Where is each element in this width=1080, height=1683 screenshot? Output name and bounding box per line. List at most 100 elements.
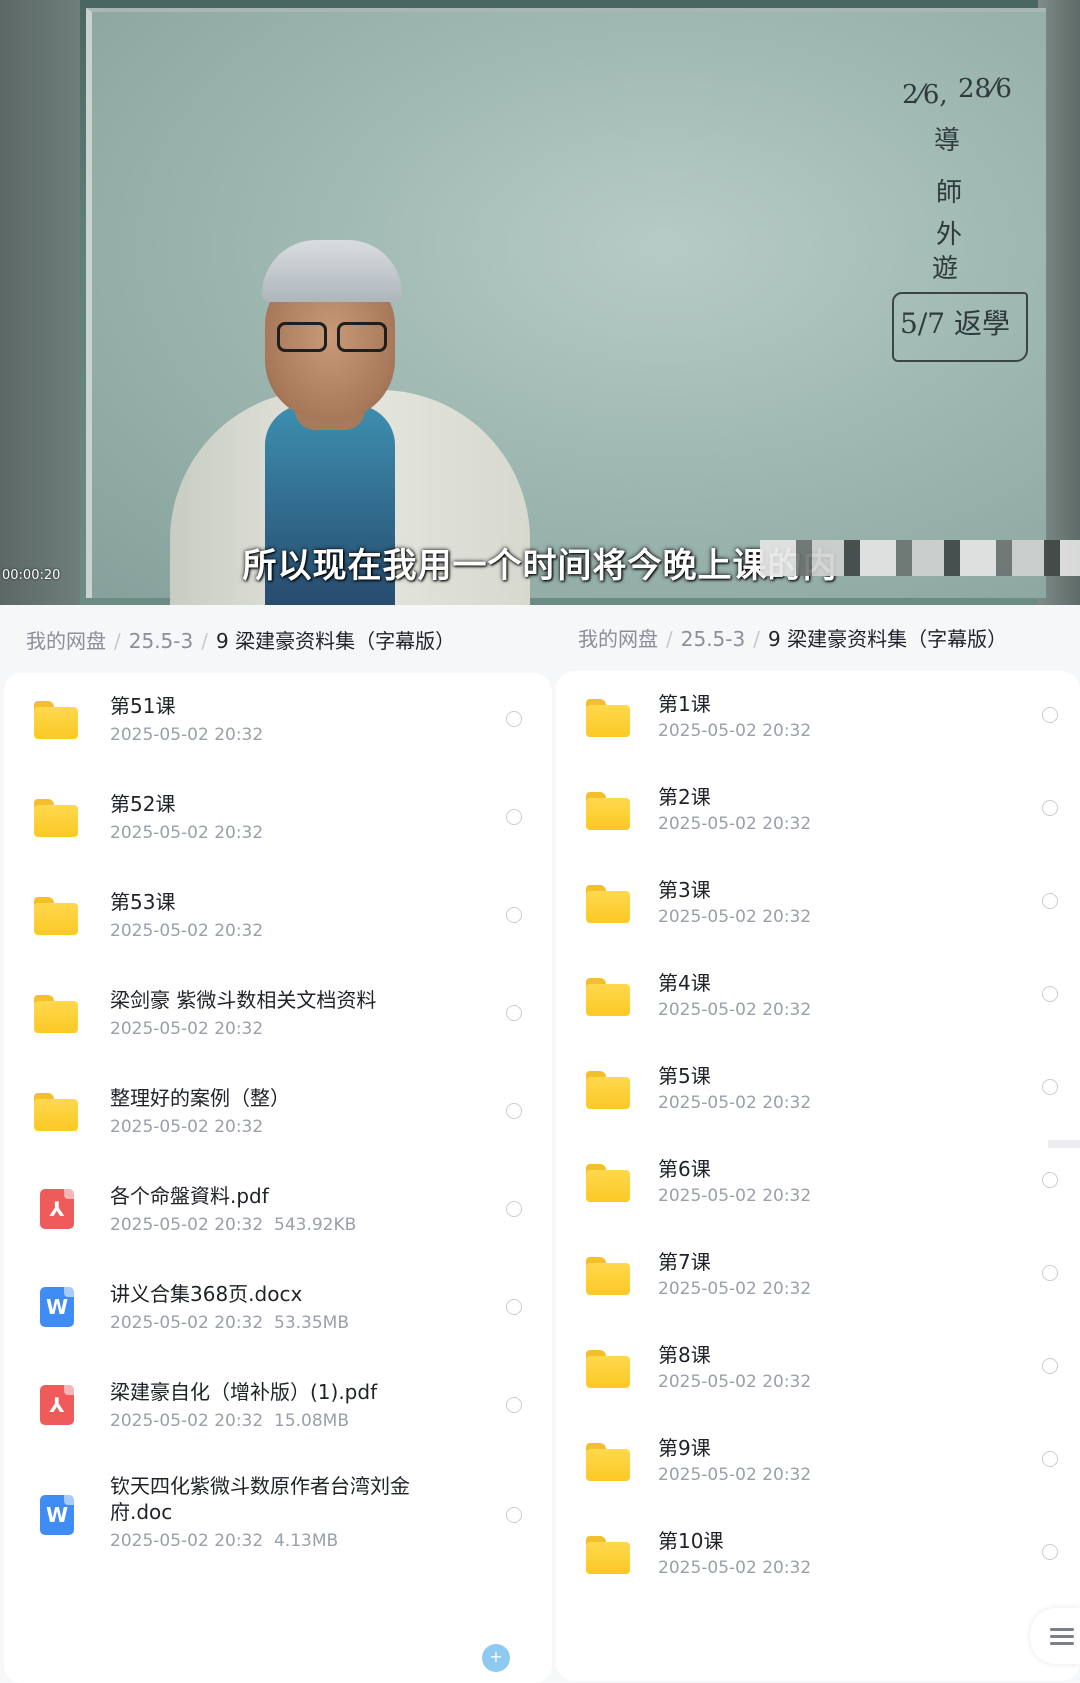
list-item[interactable]: 第10课 2025-05-02 20:32 — [556, 1508, 1080, 1601]
file-panel-left: 我的网盘 / 25.5-3 / 9 梁建豪资料集（字幕版） 第51课 2025-05-0… — [0, 605, 552, 1683]
board-note: 遊 — [932, 254, 959, 284]
item-date: 2025-05-02 20:32 — [110, 1411, 264, 1431]
item-date: 2025-05-02 20:32 — [658, 814, 812, 834]
lecturer-glasses — [275, 322, 390, 354]
board-note: 5/7 返學 — [900, 307, 1010, 340]
list-item[interactable]: 第4课 2025-05-02 20:32 — [556, 950, 1080, 1043]
breadcrumb-middle[interactable]: 25.5-3 — [129, 629, 193, 653]
select-radio[interactable] — [506, 1201, 522, 1217]
list-item[interactable]: 第6课 2025-05-02 20:32 — [556, 1136, 1080, 1229]
folder-icon — [34, 897, 78, 935]
list-item[interactable]: 第51课 2025-05-02 20:32 — [4, 673, 552, 771]
select-radio[interactable] — [506, 711, 522, 727]
board-note: 2⁄6, — [902, 80, 948, 110]
file-list: 第1课 2025-05-02 20:32 第2课 2025-05-02 20:3… — [556, 671, 1080, 1681]
item-date: 2025-05-02 20:32 — [658, 1465, 812, 1485]
list-item[interactable]: 第3课 2025-05-02 20:32 — [556, 857, 1080, 950]
select-radio[interactable] — [506, 907, 522, 923]
select-radio[interactable] — [1042, 707, 1058, 723]
item-name: 第1课 — [658, 692, 711, 716]
list-item[interactable]: 第53课 2025-05-02 20:32 — [4, 869, 552, 967]
item-date: 2025-05-02 20:32 — [110, 1215, 264, 1235]
folder-icon — [586, 1350, 630, 1388]
item-size: 543.92KB — [274, 1215, 357, 1235]
item-name: 第6课 — [658, 1157, 711, 1181]
item-name: 第51课 — [110, 694, 176, 718]
select-radio[interactable] — [1042, 893, 1058, 909]
board-note: 28⁄6 — [958, 74, 1012, 104]
folder-icon — [586, 1071, 630, 1109]
item-meta: 2025-05-02 20:32 53.35MB — [110, 1313, 349, 1333]
list-item[interactable]: W 讲义合集368页.docx 2025-05-02 20:32 53.35MB — [4, 1261, 552, 1359]
folder-icon — [34, 799, 78, 837]
folder-icon — [586, 885, 630, 923]
select-radio[interactable] — [506, 1507, 522, 1523]
list-item[interactable]: 第52课 2025-05-02 20:32 — [4, 771, 552, 869]
breadcrumb-current: 9 梁建豪资料集（字幕版） — [767, 627, 1008, 651]
breadcrumb-root[interactable]: 我的网盘 — [26, 629, 106, 653]
select-radio[interactable] — [1042, 1451, 1058, 1467]
list-item[interactable]: 第5课 2025-05-02 20:32 — [556, 1043, 1080, 1136]
select-radio[interactable] — [506, 1397, 522, 1413]
mosaic-overlay — [760, 540, 1080, 576]
select-radio[interactable] — [1042, 800, 1058, 816]
select-radio[interactable] — [506, 1299, 522, 1315]
folder-icon — [586, 1257, 630, 1295]
breadcrumb-middle[interactable]: 25.5-3 — [681, 627, 745, 651]
list-item[interactable]: 第8课 2025-05-02 20:32 — [556, 1322, 1080, 1415]
select-radio[interactable] — [506, 1005, 522, 1021]
breadcrumb-root[interactable]: 我的网盘 — [578, 627, 658, 651]
folder-icon — [34, 995, 78, 1033]
list-item[interactable]: ⅄ 梁建豪自化（增补版）(1).pdf 2025-05-02 20:32 15.… — [4, 1359, 552, 1457]
plus-icon[interactable]: + — [482, 1644, 510, 1672]
select-radio[interactable] — [506, 1103, 522, 1119]
item-name: 钦天四化紫微斗数原作者台湾刘金府.doc — [110, 1474, 410, 1524]
folder-icon — [586, 1164, 630, 1202]
item-meta: 2025-05-02 20:32 15.08MB — [110, 1411, 349, 1431]
item-date: 2025-05-02 20:32 — [110, 725, 264, 745]
select-radio[interactable] — [1042, 1172, 1058, 1188]
item-date: 2025-05-02 20:32 — [658, 1186, 812, 1206]
item-date: 2025-05-02 20:32 — [658, 1558, 812, 1578]
select-radio[interactable] — [1042, 986, 1058, 1002]
item-date: 2025-05-02 20:32 — [110, 1313, 264, 1333]
list-item[interactable]: 第2课 2025-05-02 20:32 — [556, 764, 1080, 857]
board-note: 師 — [936, 178, 963, 208]
select-radio[interactable] — [506, 809, 522, 825]
pdf-file-icon: ⅄ — [40, 1189, 74, 1229]
list-item[interactable]: 第9课 2025-05-02 20:32 — [556, 1415, 1080, 1508]
select-radio[interactable] — [1042, 1358, 1058, 1374]
list-item[interactable]: 第7课 2025-05-02 20:32 — [556, 1229, 1080, 1322]
list-item[interactable]: W 钦天四化紫微斗数原作者台湾刘金府.doc 2025-05-02 20:32 … — [4, 1457, 552, 1581]
item-date: 2025-05-02 20:32 — [110, 1117, 264, 1137]
pdf-file-icon: ⅄ — [40, 1385, 74, 1425]
word-file-icon: W — [40, 1495, 74, 1535]
item-name: 第7课 — [658, 1250, 711, 1274]
item-name: 第2课 — [658, 785, 711, 809]
item-name: 整理好的案例（整） — [110, 1086, 290, 1110]
video-player[interactable]: 2⁄6, 28⁄6 導 師 外 遊 5/7 返學 所以现在我用一个时间将今晚上课… — [0, 0, 1080, 605]
item-date: 2025-05-02 20:32 — [658, 907, 812, 927]
list-item[interactable]: 第1课 2025-05-02 20:32 — [556, 671, 1080, 764]
item-date: 2025-05-02 20:32 — [110, 823, 264, 843]
folder-icon — [34, 1093, 78, 1131]
item-meta: 2025-05-02 20:32 543.92KB — [110, 1215, 356, 1235]
breadcrumb-separator: / — [753, 627, 760, 651]
board-note: 導 — [934, 126, 961, 156]
item-date: 2025-05-02 20:32 — [658, 1279, 812, 1299]
item-name: 第8课 — [658, 1343, 711, 1367]
hamburger-menu-icon[interactable] — [1030, 1608, 1080, 1664]
breadcrumb-current: 9 梁建豪资料集（字幕版） — [215, 629, 456, 653]
select-radio[interactable] — [1042, 1265, 1058, 1281]
item-name: 讲义合集368页.docx — [110, 1282, 303, 1306]
select-radio[interactable] — [1042, 1079, 1058, 1095]
breadcrumb: 我的网盘 / 25.5-3 / 9 梁建豪资料集（字幕版） — [578, 623, 1007, 652]
item-name: 第9课 — [658, 1436, 711, 1460]
item-name: 第5课 — [658, 1064, 711, 1088]
list-item[interactable]: ⅄ 各个命盤資料.pdf 2025-05-02 20:32 543.92KB — [4, 1163, 552, 1261]
item-name: 第10课 — [658, 1529, 724, 1553]
list-item[interactable]: 梁剑豪 紫微斗数相关文档资料 2025-05-02 20:32 — [4, 967, 552, 1065]
select-radio[interactable] — [1042, 1544, 1058, 1560]
folder-icon — [586, 1443, 630, 1481]
list-item[interactable]: 整理好的案例（整） 2025-05-02 20:32 — [4, 1065, 552, 1163]
